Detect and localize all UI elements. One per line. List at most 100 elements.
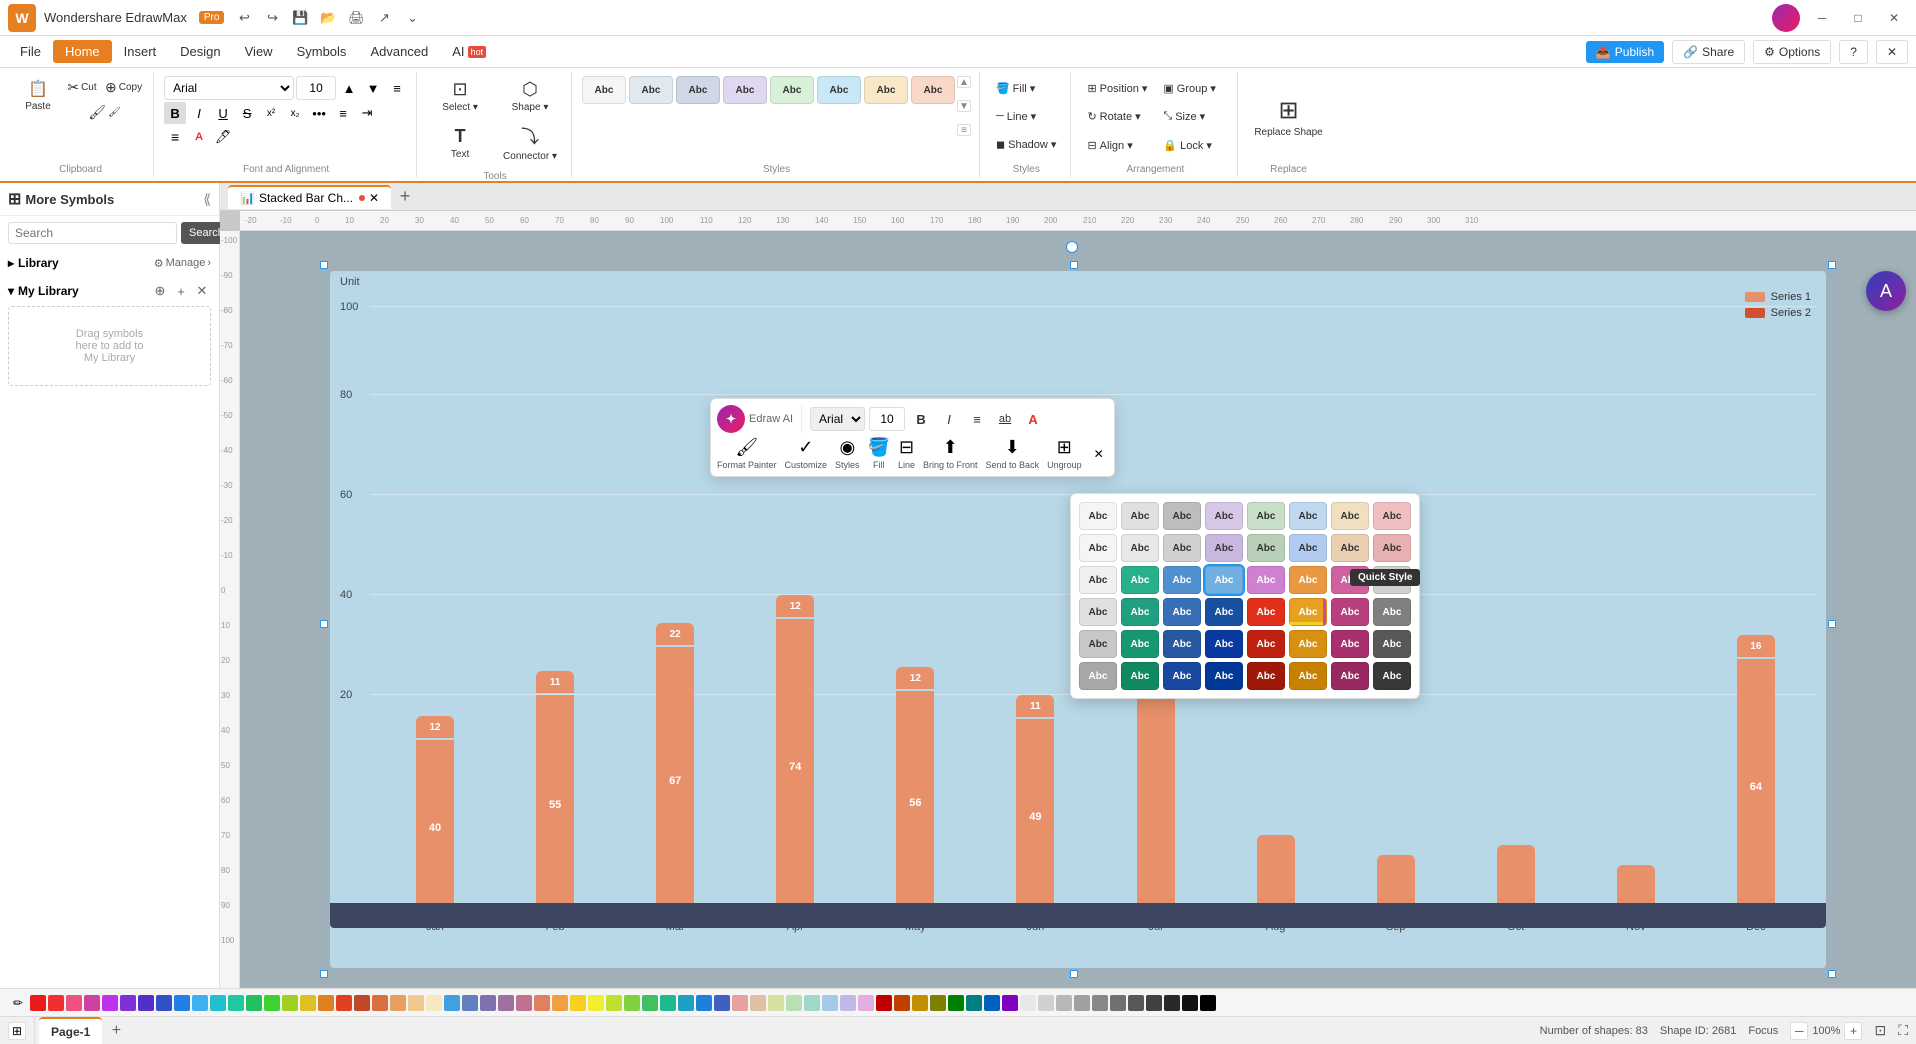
color-gray2[interactable]: [1074, 995, 1090, 1011]
menu-home[interactable]: Home: [53, 40, 112, 63]
color-tan[interactable]: [390, 995, 406, 1011]
ft-ab-color-button[interactable]: A: [1021, 407, 1045, 431]
color-gray3[interactable]: [1092, 995, 1108, 1011]
color-cream[interactable]: [426, 995, 442, 1011]
active-tab[interactable]: 📊 Stacked Bar Ch... ✕: [228, 185, 391, 209]
connector-tool-button[interactable]: ⤵ Connector ▾: [497, 120, 563, 165]
add-page-button[interactable]: +: [106, 1021, 126, 1041]
styles-more-down[interactable]: ▼: [957, 100, 971, 112]
new-library-button[interactable]: ⊕: [151, 282, 169, 300]
color-rose[interactable]: [516, 995, 532, 1011]
ft-font-size[interactable]: [869, 407, 905, 431]
qs-5-3[interactable]: Abc: [1163, 630, 1201, 658]
qs-6-7[interactable]: Abc: [1331, 662, 1369, 690]
style-swatch-5[interactable]: Abc: [770, 76, 814, 104]
color-dark-red[interactable]: [876, 995, 892, 1011]
undo-button[interactable]: ↩: [232, 6, 256, 30]
style-swatch-1[interactable]: Abc: [582, 76, 626, 104]
handle-rotate[interactable]: [1066, 241, 1078, 253]
qs-3-8[interactable]: Abc: [1373, 566, 1411, 594]
qs-4-7[interactable]: Abc: [1331, 598, 1369, 626]
color-indigo[interactable]: [138, 995, 154, 1011]
ft-bring-front-button[interactable]: ⬆ Bring to Front: [923, 437, 978, 470]
menu-ai[interactable]: AI hot: [440, 40, 498, 63]
menu-advanced[interactable]: Advanced: [358, 40, 440, 63]
redo-button[interactable]: ↪: [260, 6, 284, 30]
qs-1-4[interactable]: Abc: [1205, 502, 1243, 530]
color-black[interactable]: [1200, 995, 1216, 1011]
color-aqua-light[interactable]: [804, 995, 820, 1011]
qs-5-1[interactable]: Abc: [1079, 630, 1117, 658]
qs-5-8[interactable]: Abc: [1373, 630, 1411, 658]
color-terra[interactable]: [354, 995, 370, 1011]
color-salmon[interactable]: [534, 995, 550, 1011]
menu-file[interactable]: File: [8, 40, 53, 63]
more-text-button[interactable]: •••: [308, 102, 330, 124]
color-gray5[interactable]: [1128, 995, 1144, 1011]
page-grid-button[interactable]: ⊞: [8, 1022, 26, 1040]
color-violet[interactable]: [120, 995, 136, 1011]
library-title[interactable]: ▸ Library: [8, 256, 59, 270]
handle-bl[interactable]: [320, 970, 328, 978]
color-dark-blue[interactable]: [984, 995, 1000, 1011]
handle-br[interactable]: [1828, 970, 1836, 978]
select-tool-button[interactable]: ⊡ Select ▾: [427, 76, 493, 116]
text-tool-button[interactable]: T Text: [427, 120, 493, 165]
qs-3-4[interactable]: Abc: [1205, 566, 1243, 594]
color-powder-blue[interactable]: [822, 995, 838, 1011]
size-button[interactable]: ⤡ Size ▾: [1157, 105, 1229, 129]
manage-button[interactable]: ⚙ Manage ›: [154, 257, 211, 270]
options-button[interactable]: ⚙ Options: [1753, 40, 1831, 64]
copy-button[interactable]: ⊕ Copy: [102, 76, 145, 99]
subscript-button[interactable]: x₂: [284, 102, 306, 124]
save-button[interactable]: 💾: [288, 6, 312, 30]
styles-more-up[interactable]: ▲: [957, 76, 971, 88]
qs-1-2[interactable]: Abc: [1121, 502, 1159, 530]
qs-3-1[interactable]: Abc: [1079, 566, 1117, 594]
lock-button[interactable]: 🔒 Lock ▾: [1157, 133, 1229, 157]
qs-2-6[interactable]: Abc: [1289, 534, 1327, 562]
qs-2-4[interactable]: Abc: [1205, 534, 1243, 562]
ft-font-select[interactable]: Arial: [810, 407, 865, 431]
qs-3-7[interactable]: Abc: [1331, 566, 1369, 594]
superscript-button[interactable]: x²: [260, 102, 282, 124]
qs-4-1[interactable]: Abc: [1079, 598, 1117, 626]
qs-1-3[interactable]: Abc: [1163, 502, 1201, 530]
color-dark-purple[interactable]: [1002, 995, 1018, 1011]
qs-1-1[interactable]: Abc: [1079, 502, 1117, 530]
styles-more-button[interactable]: ≡: [957, 124, 971, 136]
qs-4-8[interactable]: Abc: [1373, 598, 1411, 626]
color-steel[interactable]: [462, 995, 478, 1011]
color-purple[interactable]: [102, 995, 118, 1011]
color-gray7[interactable]: [1164, 995, 1180, 1011]
color-cornflower[interactable]: [696, 995, 712, 1011]
color-dark-orange[interactable]: [894, 995, 910, 1011]
color-dark-green[interactable]: [948, 995, 964, 1011]
qs-6-4[interactable]: Abc: [1205, 662, 1243, 690]
style-swatch-4[interactable]: Abc: [723, 76, 767, 104]
menu-view[interactable]: View: [233, 40, 285, 63]
color-peach[interactable]: [408, 995, 424, 1011]
qs-4-2[interactable]: Abc: [1121, 598, 1159, 626]
position-button[interactable]: ⊞ Position ▾: [1081, 76, 1153, 100]
qs-5-7[interactable]: Abc: [1331, 630, 1369, 658]
color-blue2[interactable]: [174, 995, 190, 1011]
export-button[interactable]: ↗: [372, 6, 396, 30]
color-red-orange[interactable]: [336, 995, 352, 1011]
color-gray6[interactable]: [1146, 995, 1162, 1011]
decrease-font-button[interactable]: ▼: [362, 77, 384, 99]
my-library-title[interactable]: ▾ My Library: [8, 284, 79, 298]
focus-button[interactable]: Focus: [1748, 1025, 1778, 1037]
color-green[interactable]: [246, 995, 262, 1011]
maximize-button[interactable]: □: [1844, 4, 1872, 32]
color-red2[interactable]: [48, 995, 64, 1011]
qs-2-5[interactable]: Abc: [1247, 534, 1285, 562]
minimize-button[interactable]: ─: [1808, 4, 1836, 32]
style-swatch-8[interactable]: Abc: [911, 76, 955, 104]
publish-button[interactable]: 📤 Publish: [1586, 41, 1664, 63]
strikethrough-button[interactable]: S: [236, 102, 258, 124]
color-royal[interactable]: [714, 995, 730, 1011]
color-amber[interactable]: [552, 995, 568, 1011]
font-size-input[interactable]: [296, 76, 336, 100]
color-lime[interactable]: [264, 995, 280, 1011]
